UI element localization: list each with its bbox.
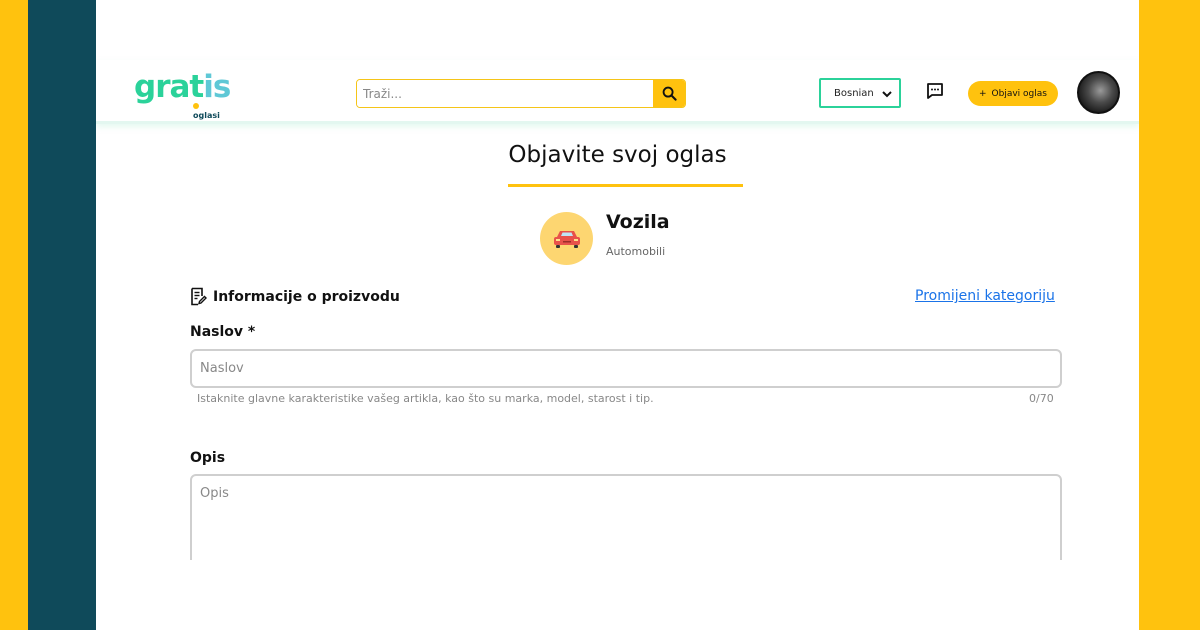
logo-dot-icon bbox=[193, 103, 199, 109]
plus-icon: + bbox=[979, 88, 987, 99]
language-select[interactable]: Bosnian bbox=[819, 78, 901, 108]
search-button[interactable] bbox=[653, 80, 685, 107]
document-edit-icon bbox=[191, 287, 207, 306]
car-icon bbox=[553, 230, 580, 248]
title-helper-text: Istaknite glavne karakteristike vašeg ar… bbox=[197, 392, 654, 405]
left-teal-band bbox=[28, 0, 96, 630]
left-yellow-band bbox=[0, 0, 28, 630]
title-char-counter: 0/70 bbox=[1029, 392, 1054, 405]
messages-button[interactable] bbox=[925, 81, 945, 101]
title-input[interactable] bbox=[190, 349, 1062, 388]
title-field-label: Naslov * bbox=[190, 324, 256, 340]
page-title: Objavite svoj oglas bbox=[508, 142, 727, 168]
logo-subtext: oglasi bbox=[193, 102, 224, 120]
language-select-value: Bosnian bbox=[834, 87, 874, 99]
subcategory-name: Automobili bbox=[606, 245, 666, 258]
logo[interactable]: gratis oglasi bbox=[134, 70, 231, 120]
chat-icon bbox=[927, 83, 943, 99]
page: gratis oglasi Bosnian bbox=[96, 0, 1139, 630]
change-category-link[interactable]: Promijeni kategoriju bbox=[915, 288, 1055, 304]
search-icon bbox=[662, 86, 677, 101]
avatar[interactable] bbox=[1077, 71, 1120, 114]
logo-sub-label: oglasi bbox=[193, 111, 220, 120]
chevron-down-icon bbox=[882, 91, 892, 98]
header: gratis oglasi Bosnian bbox=[96, 60, 1139, 124]
logo-wordmark: gratis bbox=[134, 69, 231, 105]
logo-text: gratis bbox=[134, 70, 231, 104]
section-title: Informacije o proizvodu bbox=[213, 288, 400, 305]
post-ad-button-label: Objavi oglas bbox=[991, 88, 1047, 99]
right-yellow-band bbox=[1139, 0, 1200, 630]
section-header: Informacije o proizvodu bbox=[190, 287, 400, 306]
post-ad-button[interactable]: + Objavi oglas bbox=[968, 81, 1058, 106]
title-underline bbox=[508, 184, 743, 187]
category-name: Vozila bbox=[606, 211, 670, 233]
description-field-label: Opis bbox=[190, 450, 226, 466]
search-input[interactable] bbox=[357, 80, 653, 107]
page-bottom-area bbox=[96, 560, 1139, 630]
category-icon-badge bbox=[540, 212, 593, 265]
search-bar bbox=[356, 79, 686, 108]
